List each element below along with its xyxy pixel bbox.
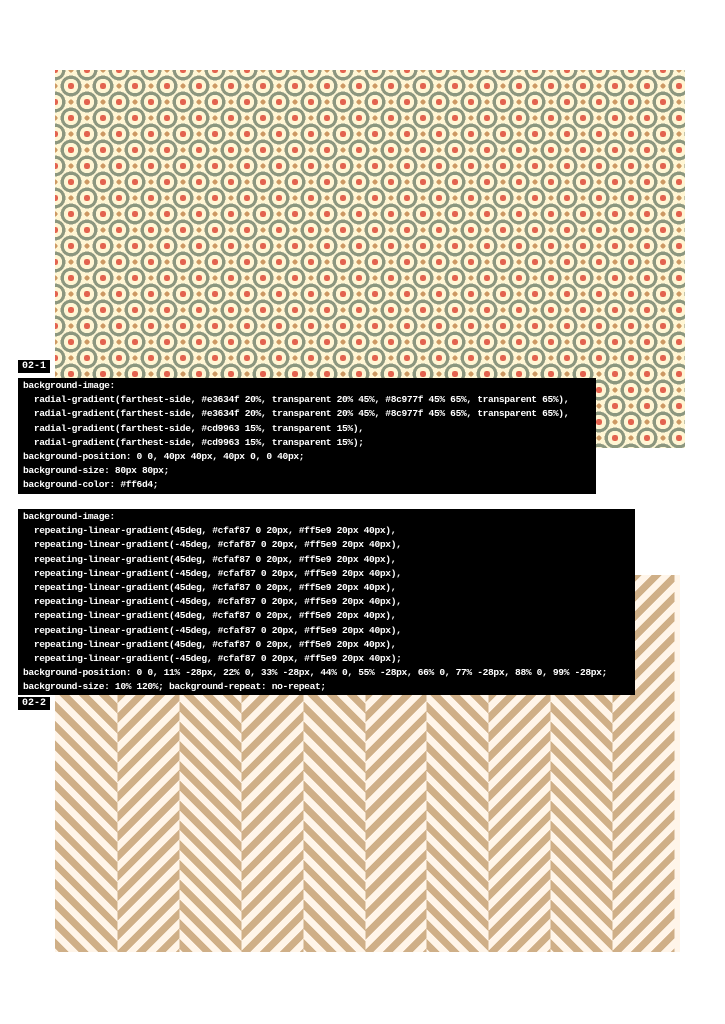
code-line: repeating-linear-gradient(45deg, #cfaf87… [23,638,397,650]
code-line: radial-gradient(farthest-side, #e3634f 2… [23,408,570,420]
code-line: background-image: [23,511,115,522]
code-line: repeating-linear-gradient(-45deg, #cfaf8… [23,652,402,664]
code-line: repeating-linear-gradient(45deg, #cfaf87… [23,525,397,537]
code-line: repeating-linear-gradient(-45deg, #cfaf8… [23,596,402,608]
section-label-02-2: 02-2 [18,697,51,710]
code-line: repeating-linear-gradient(45deg, #cfaf87… [23,610,397,622]
code-block-02-1: background-image: radial-gradient(farthe… [18,378,596,494]
code-line: radial-gradient(farthest-side, #e3634f 2… [23,394,570,406]
code-line: background-size: 10% 120%; background-re… [23,681,326,693]
code-line: repeating-linear-gradient(45deg, #cfaf87… [23,553,397,565]
code-line: background-position: 0 0, 40px 40px, 40p… [23,450,305,462]
code-line: radial-gradient(farthest-side, #cd9963 1… [23,422,364,434]
code-line: background-size: 80px 80px; [23,465,169,477]
code-block-02-2: background-image: repeating-linear-gradi… [18,509,635,696]
code-line: repeating-linear-gradient(45deg, #cfaf87… [23,581,397,593]
code-line: background-color: #ff6d4; [23,479,159,491]
code-line: radial-gradient(farthest-side, #cd9963 1… [23,436,364,448]
section-label-02-1: 02-1 [18,360,51,373]
code-line: background-image: [23,380,115,391]
code-line: repeating-linear-gradient(-45deg, #cfaf8… [23,539,402,551]
code-line: background-position: 0 0, 11% -28px, 22%… [23,667,607,679]
code-line: repeating-linear-gradient(-45deg, #cfaf8… [23,567,402,579]
code-line: repeating-linear-gradient(-45deg, #cfaf8… [23,624,402,636]
